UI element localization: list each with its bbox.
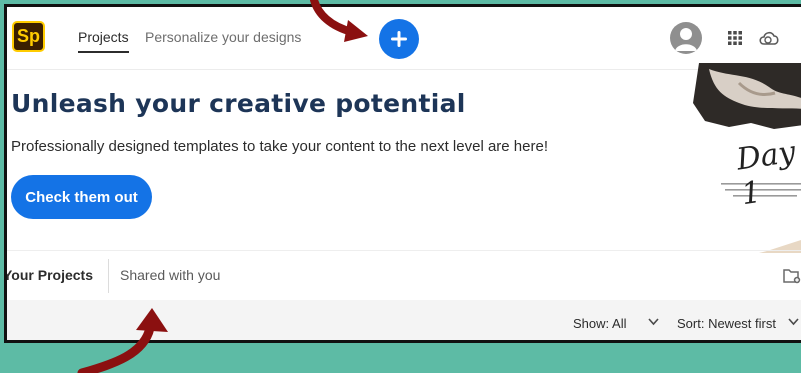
projects-tab-bar: Your Projects Shared with you <box>7 250 801 301</box>
avatar-icon <box>675 28 697 51</box>
plus-icon <box>391 31 407 47</box>
chevron-down-icon[interactable] <box>788 318 799 326</box>
tab-projects[interactable]: Projects <box>78 29 129 53</box>
chevron-down-icon[interactable] <box>648 318 659 326</box>
tab-shared-with-you[interactable]: Shared with you <box>120 267 220 283</box>
spark-logo[interactable]: Sp <box>12 21 45 52</box>
create-new-button[interactable] <box>379 19 419 59</box>
avatar[interactable] <box>670 22 702 54</box>
show-filter-dropdown[interactable]: Show: All <box>573 316 626 331</box>
hero-subtitle: Professionally designed templates to tak… <box>11 138 548 155</box>
tab-personalize[interactable]: Personalize your designs <box>145 29 301 45</box>
arrow-pointer-icon <box>77 308 168 373</box>
hero-title: Unleash your creative potential <box>11 89 466 118</box>
apps-grid-icon[interactable] <box>728 31 742 45</box>
sort-dropdown[interactable]: Sort: Newest first <box>677 316 776 331</box>
app-window: Sp Projects Personalize your designs Unl… <box>4 4 801 343</box>
check-them-out-button[interactable]: Check them out <box>11 175 152 219</box>
promo-script-text: Day 1 <box>734 134 798 213</box>
top-header: Sp Projects Personalize your designs <box>7 7 801 70</box>
creative-cloud-icon[interactable] <box>757 29 781 47</box>
new-folder-icon[interactable] <box>783 268 801 284</box>
tab-divider <box>108 259 109 293</box>
promo-image: Day 1 <box>679 63 801 253</box>
tab-your-projects[interactable]: Your Projects <box>7 267 93 283</box>
arrow-pointer-icon <box>310 0 368 42</box>
